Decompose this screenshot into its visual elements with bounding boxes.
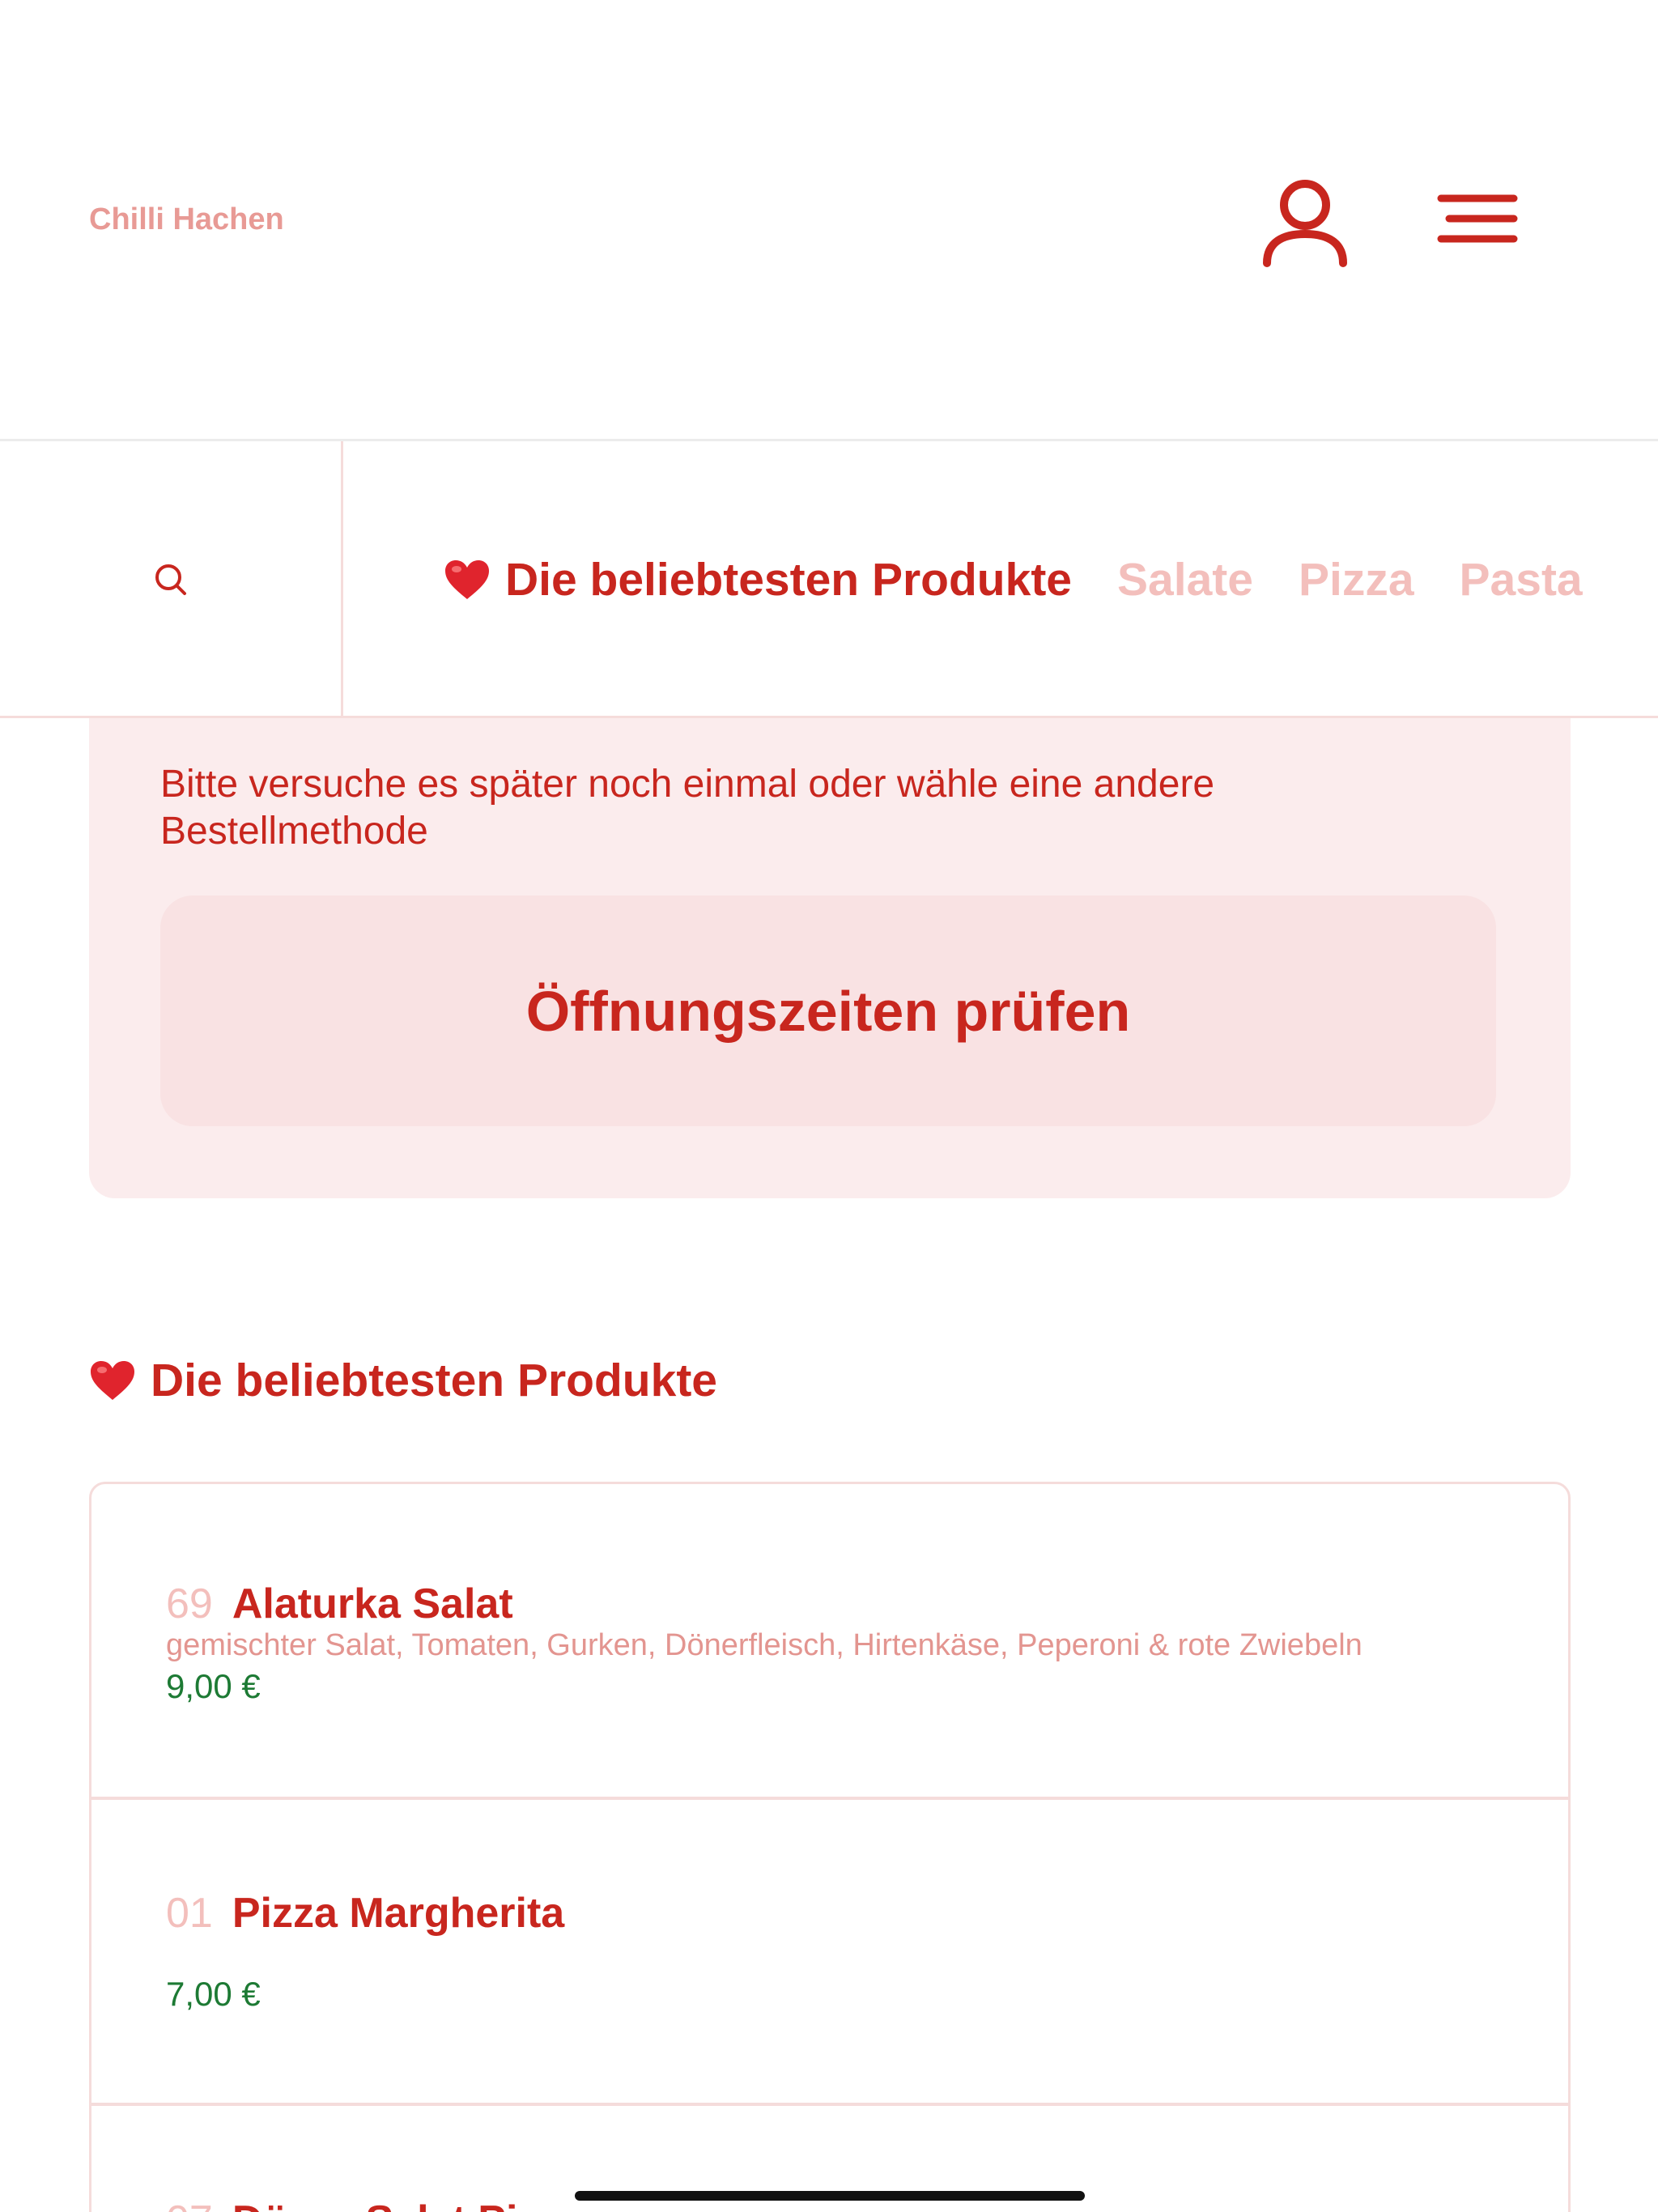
user-account-button[interactable] <box>1259 174 1352 267</box>
heart-icon <box>91 1361 134 1400</box>
search-icon <box>155 564 186 595</box>
closed-notice: Bitte versuche es später noch einmal ode… <box>89 648 1571 1198</box>
product-name: Pizza Margherita <box>232 1890 565 1937</box>
search-button[interactable] <box>0 441 343 718</box>
brand-name[interactable]: Chilli Hachen <box>89 202 284 237</box>
product-name: Döner Salat Pi <box>232 2197 518 2212</box>
heart-icon <box>445 560 489 599</box>
user-icon <box>1263 180 1347 267</box>
header: Chilli Hachen <box>0 0 1658 441</box>
product-price: 7,00 € <box>166 1975 261 2013</box>
product-number: 01 <box>166 1890 213 1937</box>
tab-pasta[interactable]: Pasta <box>1460 553 1583 606</box>
category-bar: Die beliebtesten Produkte Salate Pizza P… <box>0 441 1658 718</box>
product-description: gemischter Salat, Tomaten, Gurken, Döner… <box>166 1628 1363 1662</box>
product-header: 69 Alaturka Salat <box>166 1580 513 1628</box>
product-card[interactable]: 69 Alaturka Salat gemischter Salat, Toma… <box>89 1482 1571 1799</box>
tab-popular-products[interactable]: Die beliebtesten Produkte <box>444 553 1072 606</box>
product-number: 69 <box>166 1580 213 1627</box>
section-title-label: Die beliebtesten Produkte <box>151 1355 718 1406</box>
home-indicator <box>575 2191 1085 2201</box>
check-opening-hours-button[interactable]: Öffnungszeiten prüfen <box>160 895 1496 1126</box>
product-name: Alaturka Salat <box>232 1580 513 1627</box>
product-price: 9,00 € <box>166 1667 261 1705</box>
page: Chilli Hachen Die beliebtesten Produkte … <box>0 0 1658 2212</box>
product-card[interactable]: 01 Pizza Margherita 7,00 € <box>89 1797 1571 2105</box>
tab-salate[interactable]: Salate <box>1117 553 1253 606</box>
menu-button[interactable] <box>1433 182 1522 255</box>
product-header: 07 Döner Salat Pi <box>166 2197 517 2212</box>
category-tabs: Die beliebtesten Produkte Salate Pizza P… <box>444 441 1628 718</box>
product-header: 01 Pizza Margherita <box>166 1889 564 1938</box>
section-title: Die beliebtesten Produkte <box>89 1354 717 1407</box>
product-number: 07 <box>166 2197 213 2212</box>
tab-label: Die beliebtesten Produkte <box>505 554 1073 606</box>
tab-pizza[interactable]: Pizza <box>1299 553 1414 606</box>
notice-message: Bitte versuche es später noch einmal ode… <box>160 763 1215 853</box>
hamburger-menu-icon <box>1437 194 1518 243</box>
